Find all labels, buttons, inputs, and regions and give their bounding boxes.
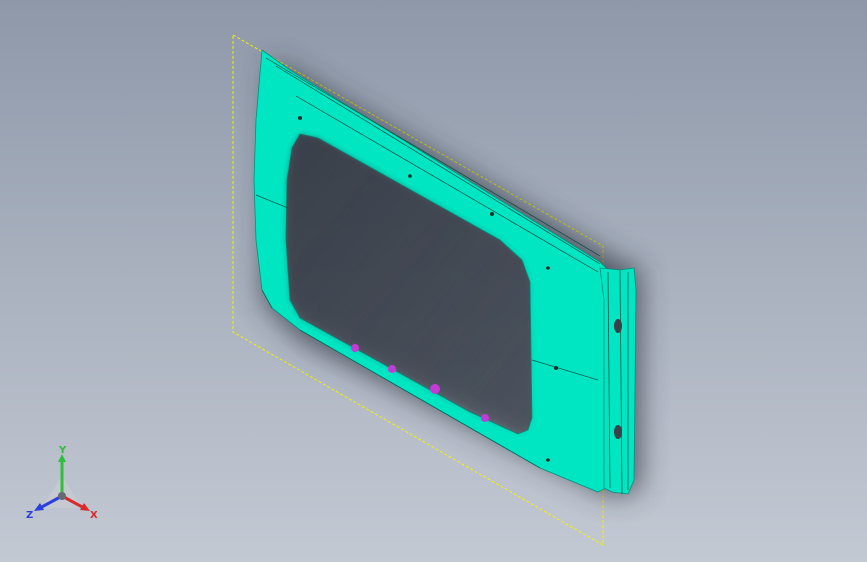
x-axis-label: X	[90, 510, 98, 521]
side-pillar[interactable]	[599, 267, 637, 495]
model-scene[interactable]	[0, 0, 867, 562]
fastener-dot	[481, 414, 489, 422]
orientation-triad[interactable]: Y X Z	[22, 446, 102, 526]
y-axis-label: Y	[58, 446, 67, 456]
cad-viewport[interactable]: Y X Z	[0, 0, 867, 562]
fastener-dot	[388, 365, 396, 373]
z-axis-label: Z	[26, 510, 33, 521]
fastener-dot	[430, 384, 440, 394]
fastener-dot	[351, 344, 359, 352]
triad-origin-icon	[58, 492, 66, 500]
